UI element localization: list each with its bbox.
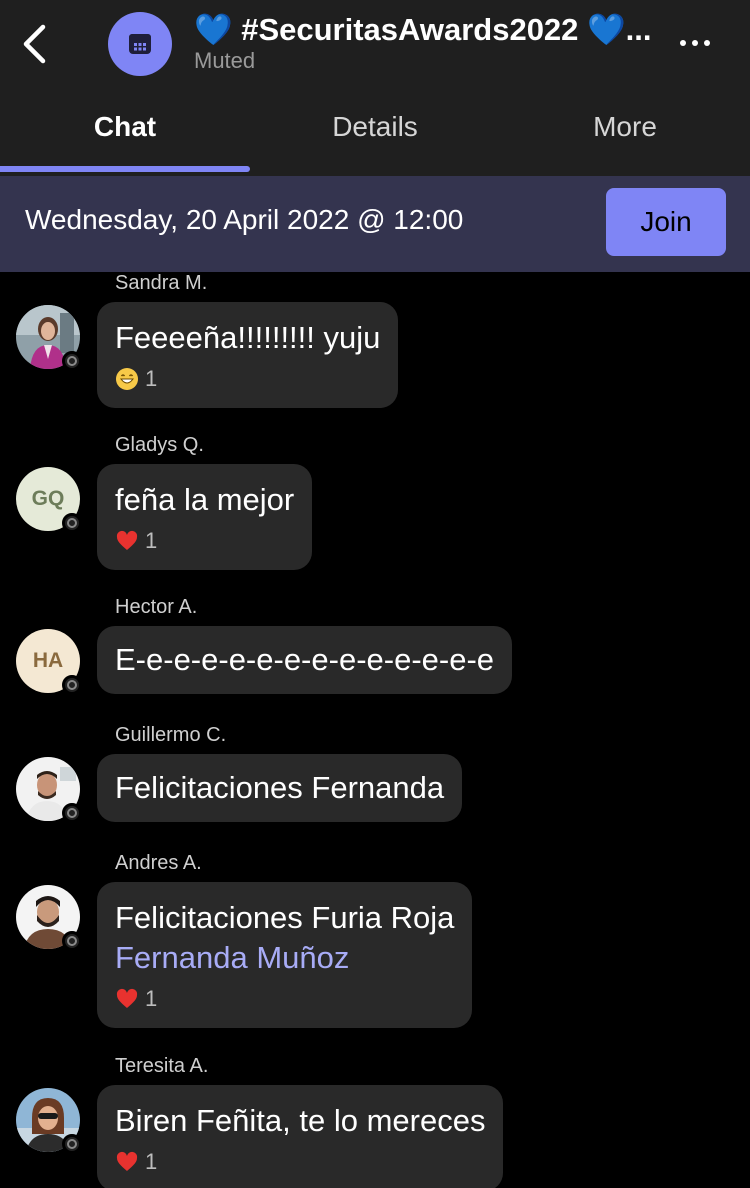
reaction-summary[interactable]: 1 xyxy=(115,986,454,1012)
chevron-left-icon xyxy=(23,24,46,64)
heart-icon xyxy=(116,530,138,550)
tab-details[interactable]: Details xyxy=(250,96,500,158)
message-sender: Gladys Q. xyxy=(115,434,204,456)
ellipsis-icon xyxy=(692,40,698,46)
message-bubble[interactable]: E-e-e-e-e-e-e-e-e-e-e-e-e-e xyxy=(97,626,513,694)
message-sender: Guillermo C. xyxy=(115,724,227,746)
reaction-count: 1 xyxy=(145,528,158,553)
message-bubble[interactable]: Felicitaciones Furia Roja Fernanda Muñoz… xyxy=(97,882,473,1028)
message-sender: Sandra M. xyxy=(115,272,208,294)
heart-icon xyxy=(116,988,138,1008)
grin-emoji-icon xyxy=(116,368,138,390)
active-tab-indicator xyxy=(0,166,250,172)
message-text: Felicitaciones Furia Roja xyxy=(115,900,455,935)
presence-indicator xyxy=(62,803,82,823)
message-bubble[interactable]: Felicitaciones Fernanda xyxy=(97,754,463,822)
message-text: Biren Feñita, te lo mereces xyxy=(115,1103,486,1138)
app-header: 💙 #SecuritasAwards2022 💙... Muted Chat D… xyxy=(0,0,750,176)
presence-indicator xyxy=(62,931,82,951)
reaction-count: 1 xyxy=(145,986,158,1011)
ellipsis-icon xyxy=(680,40,686,46)
message-bubble[interactable]: feña la mejor 1 xyxy=(97,464,313,570)
presence-indicator xyxy=(62,513,82,533)
more-options-button[interactable] xyxy=(672,26,718,60)
tab-bar: Chat Details More xyxy=(0,96,750,176)
reaction-count: 1 xyxy=(145,366,158,391)
message-text: Felicitaciones Fernanda xyxy=(115,770,445,805)
presence-indicator xyxy=(62,351,82,371)
message-bubble[interactable]: Feeeeña!!!!!!!!! yuju 1 xyxy=(97,302,399,408)
message-text: Feeeeña!!!!!!!!! yuju xyxy=(115,320,381,355)
chat-subtitle: Muted xyxy=(194,48,256,73)
message-text: E-e-e-e-e-e-e-e-e-e-e-e-e-e xyxy=(115,642,495,677)
join-button[interactable]: Join xyxy=(606,188,726,256)
channel-avatar[interactable] xyxy=(108,12,172,76)
tab-chat[interactable]: Chat xyxy=(0,96,250,158)
chat-title[interactable]: 💙 #SecuritasAwards2022 💙... xyxy=(194,8,664,52)
message-bubble[interactable]: Biren Feñita, te lo mereces 1 xyxy=(97,1085,504,1188)
user-mention[interactable]: Fernanda Muñoz xyxy=(115,938,454,978)
meeting-banner: Wednesday, 20 April 2022 @ 12:00 Join xyxy=(0,176,750,272)
calendar-icon xyxy=(129,34,151,54)
tab-more[interactable]: More xyxy=(500,96,750,158)
reaction-summary[interactable]: 1 xyxy=(115,1149,485,1175)
reaction-summary[interactable]: 1 xyxy=(115,528,294,554)
message-sender: Hector A. xyxy=(115,596,198,618)
reaction-summary[interactable]: 1 xyxy=(115,366,380,392)
back-button[interactable] xyxy=(14,22,54,66)
message-text: feña la mejor xyxy=(115,482,295,517)
message-sender: Teresita A. xyxy=(115,1055,209,1077)
meeting-datetime: Wednesday, 20 April 2022 @ 12:00 xyxy=(25,204,464,235)
presence-indicator xyxy=(62,675,82,695)
presence-indicator xyxy=(62,1134,82,1154)
ellipsis-icon xyxy=(704,40,710,46)
heart-icon xyxy=(116,1151,138,1171)
reaction-count: 1 xyxy=(145,1149,158,1174)
message-sender: Andres A. xyxy=(115,852,202,874)
